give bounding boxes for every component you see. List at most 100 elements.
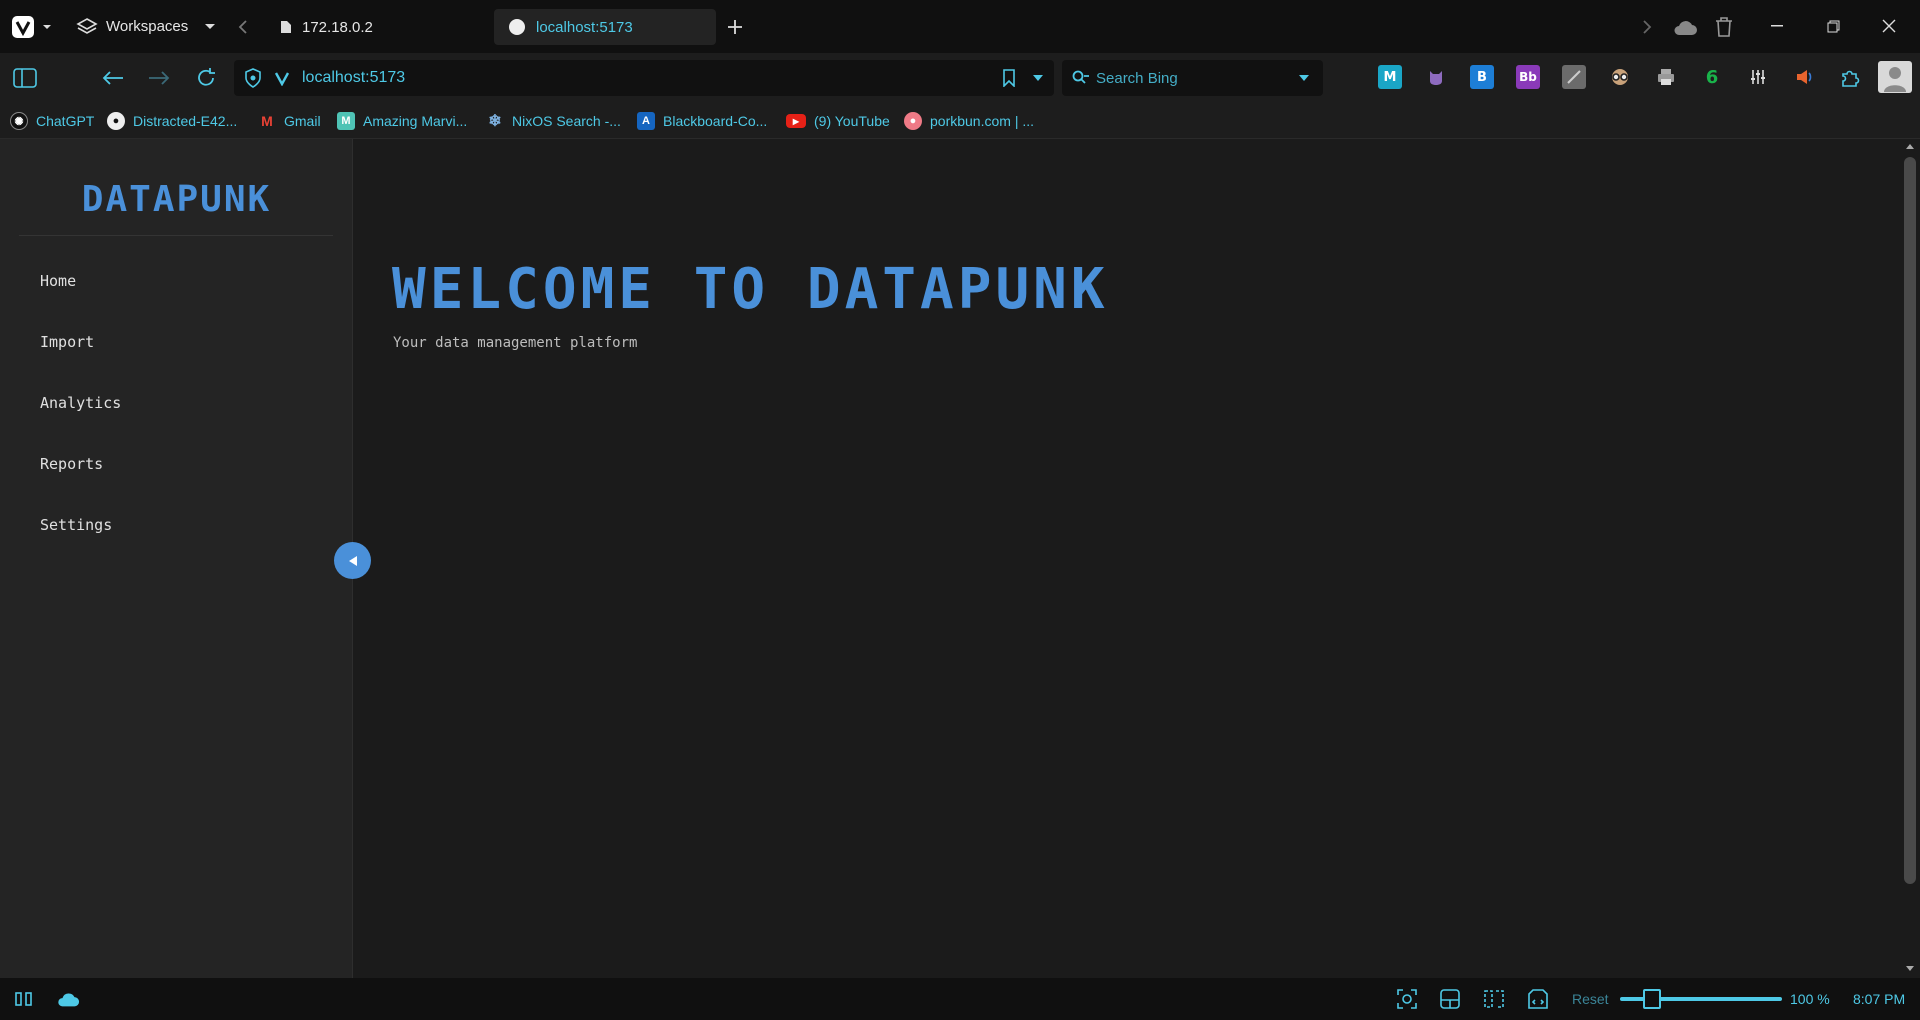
workspaces-button[interactable]: Workspaces <box>76 0 216 53</box>
nav-item-analytics[interactable]: Analytics <box>40 394 121 412</box>
scroll-up-icon[interactable] <box>1905 143 1915 150</box>
gmail-icon: M <box>261 113 273 129</box>
clock: 8:07 PM <box>1853 991 1906 1007</box>
capture-icon[interactable] <box>1395 987 1419 1011</box>
tab-172-18-0-2[interactable]: 172.18.0.2 <box>266 9 476 45</box>
reader-view-icon[interactable] <box>1482 987 1506 1011</box>
globe-icon <box>508 18 526 36</box>
triangle-left-icon <box>347 555 359 567</box>
new-tab-button[interactable] <box>726 0 744 53</box>
tab-label: 172.18.0.2 <box>302 18 373 36</box>
bookmark-label: Gmail <box>284 113 321 129</box>
marvin-icon: M <box>337 112 355 130</box>
bookmark-label: NixOS Search -... <box>512 113 621 129</box>
bookmark-github[interactable]: ● Distracted-E42... <box>107 103 237 139</box>
vivaldi-menu-button[interactable] <box>10 0 56 53</box>
six-extension-icon[interactable]: 6 <box>1700 65 1724 89</box>
bookmark-nixos-search[interactable]: ❄ NixOS Search -... <box>486 103 621 139</box>
nav-item-import[interactable]: Import <box>40 333 94 351</box>
restore-button[interactable] <box>1810 8 1856 44</box>
tab-label: localhost:5173 <box>536 18 633 36</box>
bookmarks-bar: ✺ ChatGPT ● Distracted-E42... M Gmail M … <box>0 103 1920 139</box>
address-toolbar: localhost:5173 Search Bing M B Bb 6 <box>0 53 1920 103</box>
bookmark-blackboard[interactable]: A Blackboard-Co... <box>637 103 767 139</box>
search-icon <box>1072 70 1090 86</box>
search-field[interactable]: Search Bing <box>1062 60 1323 96</box>
web-page: DATAPUNK Home Import Analytics Reports S… <box>0 139 1900 978</box>
sync-cloud-icon[interactable] <box>1672 0 1698 53</box>
close-icon <box>1882 19 1896 33</box>
app-sidebar: DATAPUNK Home Import Analytics Reports S… <box>0 139 353 978</box>
extensions-puzzle-icon[interactable] <box>1838 65 1862 89</box>
minimize-icon <box>1771 25 1783 27</box>
bookmark-label: porkbun.com | ... <box>930 113 1035 129</box>
page-title: WELCOME TO DATAPUNK <box>392 257 1109 322</box>
app-logo[interactable]: DATAPUNK <box>0 179 353 220</box>
speaker-extension-icon[interactable] <box>1792 65 1816 89</box>
cloud-sync-icon[interactable] <box>56 987 80 1011</box>
b-arrow-extension-icon[interactable]: B <box>1470 65 1494 89</box>
profile-avatar[interactable] <box>1878 61 1912 93</box>
bookmark-label: Amazing Marvi... <box>363 113 468 129</box>
browser-status-bar: Reset 100 % 8:07 PM <box>0 978 1920 1020</box>
document-icon <box>280 20 292 34</box>
bookmark-label: (9) YouTube <box>814 113 890 129</box>
bookmark-youtube[interactable]: ▶ (9) YouTube <box>786 103 890 139</box>
browser-tab-bar: Workspaces 172.18.0.2 localhost:5173 <box>0 0 1920 53</box>
tab-scroll-left-button[interactable] <box>236 0 250 53</box>
chevron-down-icon <box>204 23 216 31</box>
forward-button[interactable] <box>144 63 174 93</box>
minimize-button[interactable] <box>1754 8 1800 44</box>
sidebar-collapse-button[interactable] <box>334 542 371 579</box>
bookmark-icon[interactable] <box>1002 69 1016 87</box>
chatgpt-icon: ✺ <box>10 112 28 130</box>
reload-button[interactable] <box>191 63 221 93</box>
printer-extension-icon[interactable] <box>1654 65 1678 89</box>
panel-toggle-button[interactable] <box>10 63 40 93</box>
trash-icon[interactable] <box>1714 0 1734 53</box>
chevron-down-icon[interactable] <box>1032 74 1044 82</box>
page-actions-icon[interactable] <box>1526 987 1550 1011</box>
close-window-button[interactable] <box>1866 8 1912 44</box>
nixos-icon: ❄ <box>488 113 502 130</box>
page-tiling-icon[interactable] <box>1438 987 1462 1011</box>
tab-scroll-right-button[interactable] <box>1640 0 1654 53</box>
nav-item-reports[interactable]: Reports <box>40 455 103 473</box>
arrow-right-icon <box>147 70 171 86</box>
page-scrollbar[interactable] <box>1900 139 1920 978</box>
scrollbar-thumb[interactable] <box>1904 157 1916 884</box>
glasses-extension-icon[interactable] <box>1608 65 1632 89</box>
back-button[interactable] <box>98 63 128 93</box>
purple-cat-extension-icon[interactable] <box>1424 65 1448 89</box>
slash-extension-icon[interactable] <box>1562 65 1586 89</box>
chevron-down-icon[interactable] <box>1298 74 1310 82</box>
shield-icon[interactable] <box>244 68 262 88</box>
m-extension-icon[interactable]: M <box>1378 65 1402 89</box>
vivaldi-v-icon <box>274 70 290 86</box>
bookmark-chatgpt[interactable]: ✺ ChatGPT <box>10 103 94 139</box>
reload-icon <box>195 67 217 89</box>
blackboard-icon: A <box>637 112 655 130</box>
bookmark-amazing-marvin[interactable]: M Amazing Marvi... <box>337 103 467 139</box>
github-icon: ● <box>107 112 125 130</box>
bookmark-porkbun[interactable]: ● porkbun.com | ... <box>904 103 1034 139</box>
panel-toggle-icon[interactable] <box>12 987 36 1011</box>
search-placeholder: Search Bing <box>1096 70 1178 87</box>
bookmark-gmail[interactable]: M Gmail <box>258 103 321 139</box>
plus-icon <box>726 18 744 36</box>
url-text[interactable]: localhost:5173 <box>302 69 405 87</box>
tab-localhost-5173[interactable]: localhost:5173 <box>494 9 716 45</box>
sidebar-panel-icon <box>13 68 37 88</box>
nav-item-home[interactable]: Home <box>40 272 76 290</box>
equalizer-extension-icon[interactable] <box>1746 65 1770 89</box>
zoom-reset-button[interactable]: Reset <box>1572 991 1609 1007</box>
address-field[interactable]: localhost:5173 <box>234 60 1054 96</box>
scroll-down-icon[interactable] <box>1905 965 1915 972</box>
layers-icon <box>76 16 98 38</box>
bb-extension-icon[interactable]: Bb <box>1516 65 1540 89</box>
porkbun-icon: ● <box>904 112 922 130</box>
zoom-slider-thumb[interactable] <box>1643 989 1661 1009</box>
page-subtitle: Your data management platform <box>393 335 638 351</box>
bookmark-label: ChatGPT <box>36 113 95 129</box>
nav-item-settings[interactable]: Settings <box>40 516 112 534</box>
